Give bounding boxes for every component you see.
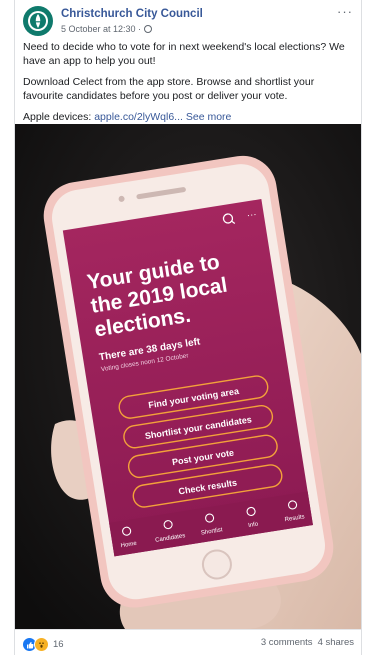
post-timestamp[interactable]: 5 October at 12:30 · — [61, 24, 141, 34]
shares-count-link[interactable]: 4 shares — [318, 637, 354, 648]
reaction-count: 16 — [53, 639, 64, 650]
post-paragraph-3: Apple devices: apple.co/2lyWql6... See m… — [23, 110, 353, 124]
apple-store-link[interactable]: apple.co/2lyWql6... — [94, 111, 183, 123]
see-more-link[interactable]: See more — [186, 111, 232, 123]
apple-devices-label: Apple devices: — [23, 111, 95, 123]
post-photo[interactable]: ··· Your guide to the 2019 local electio… — [15, 124, 361, 629]
phone-photo-graphic: ··· Your guide to the 2019 local electio… — [15, 124, 361, 629]
comments-count-link[interactable]: 3 comments — [261, 637, 313, 648]
post-stats: 3 comments 4 shares — [261, 637, 354, 648]
post-text: Need to decide who to vote for in next w… — [23, 40, 353, 131]
post-header: Christchurch City Council 5 October at 1… — [23, 4, 353, 40]
post-footer: 16 3 comments 4 shares — [15, 629, 361, 656]
globe-icon — [144, 25, 153, 33]
page-name-link[interactable]: Christchurch City Council — [61, 8, 203, 20]
post-paragraph-2: Download Celect from the app store. Brow… — [23, 76, 315, 102]
page-avatar[interactable] — [23, 6, 53, 36]
wow-reaction-icon — [34, 637, 49, 652]
facebook-post-card: Christchurch City Council 5 October at 1… — [14, 0, 362, 655]
post-paragraph-1: Need to decide who to vote for in next w… — [23, 41, 345, 67]
reactions[interactable]: 16 — [22, 637, 64, 652]
svg-text:···: ··· — [246, 209, 258, 221]
post-meta: 5 October at 12:30 · — [61, 24, 153, 34]
post-options-icon[interactable]: ··· — [337, 4, 353, 19]
council-logo-icon — [28, 11, 48, 31]
